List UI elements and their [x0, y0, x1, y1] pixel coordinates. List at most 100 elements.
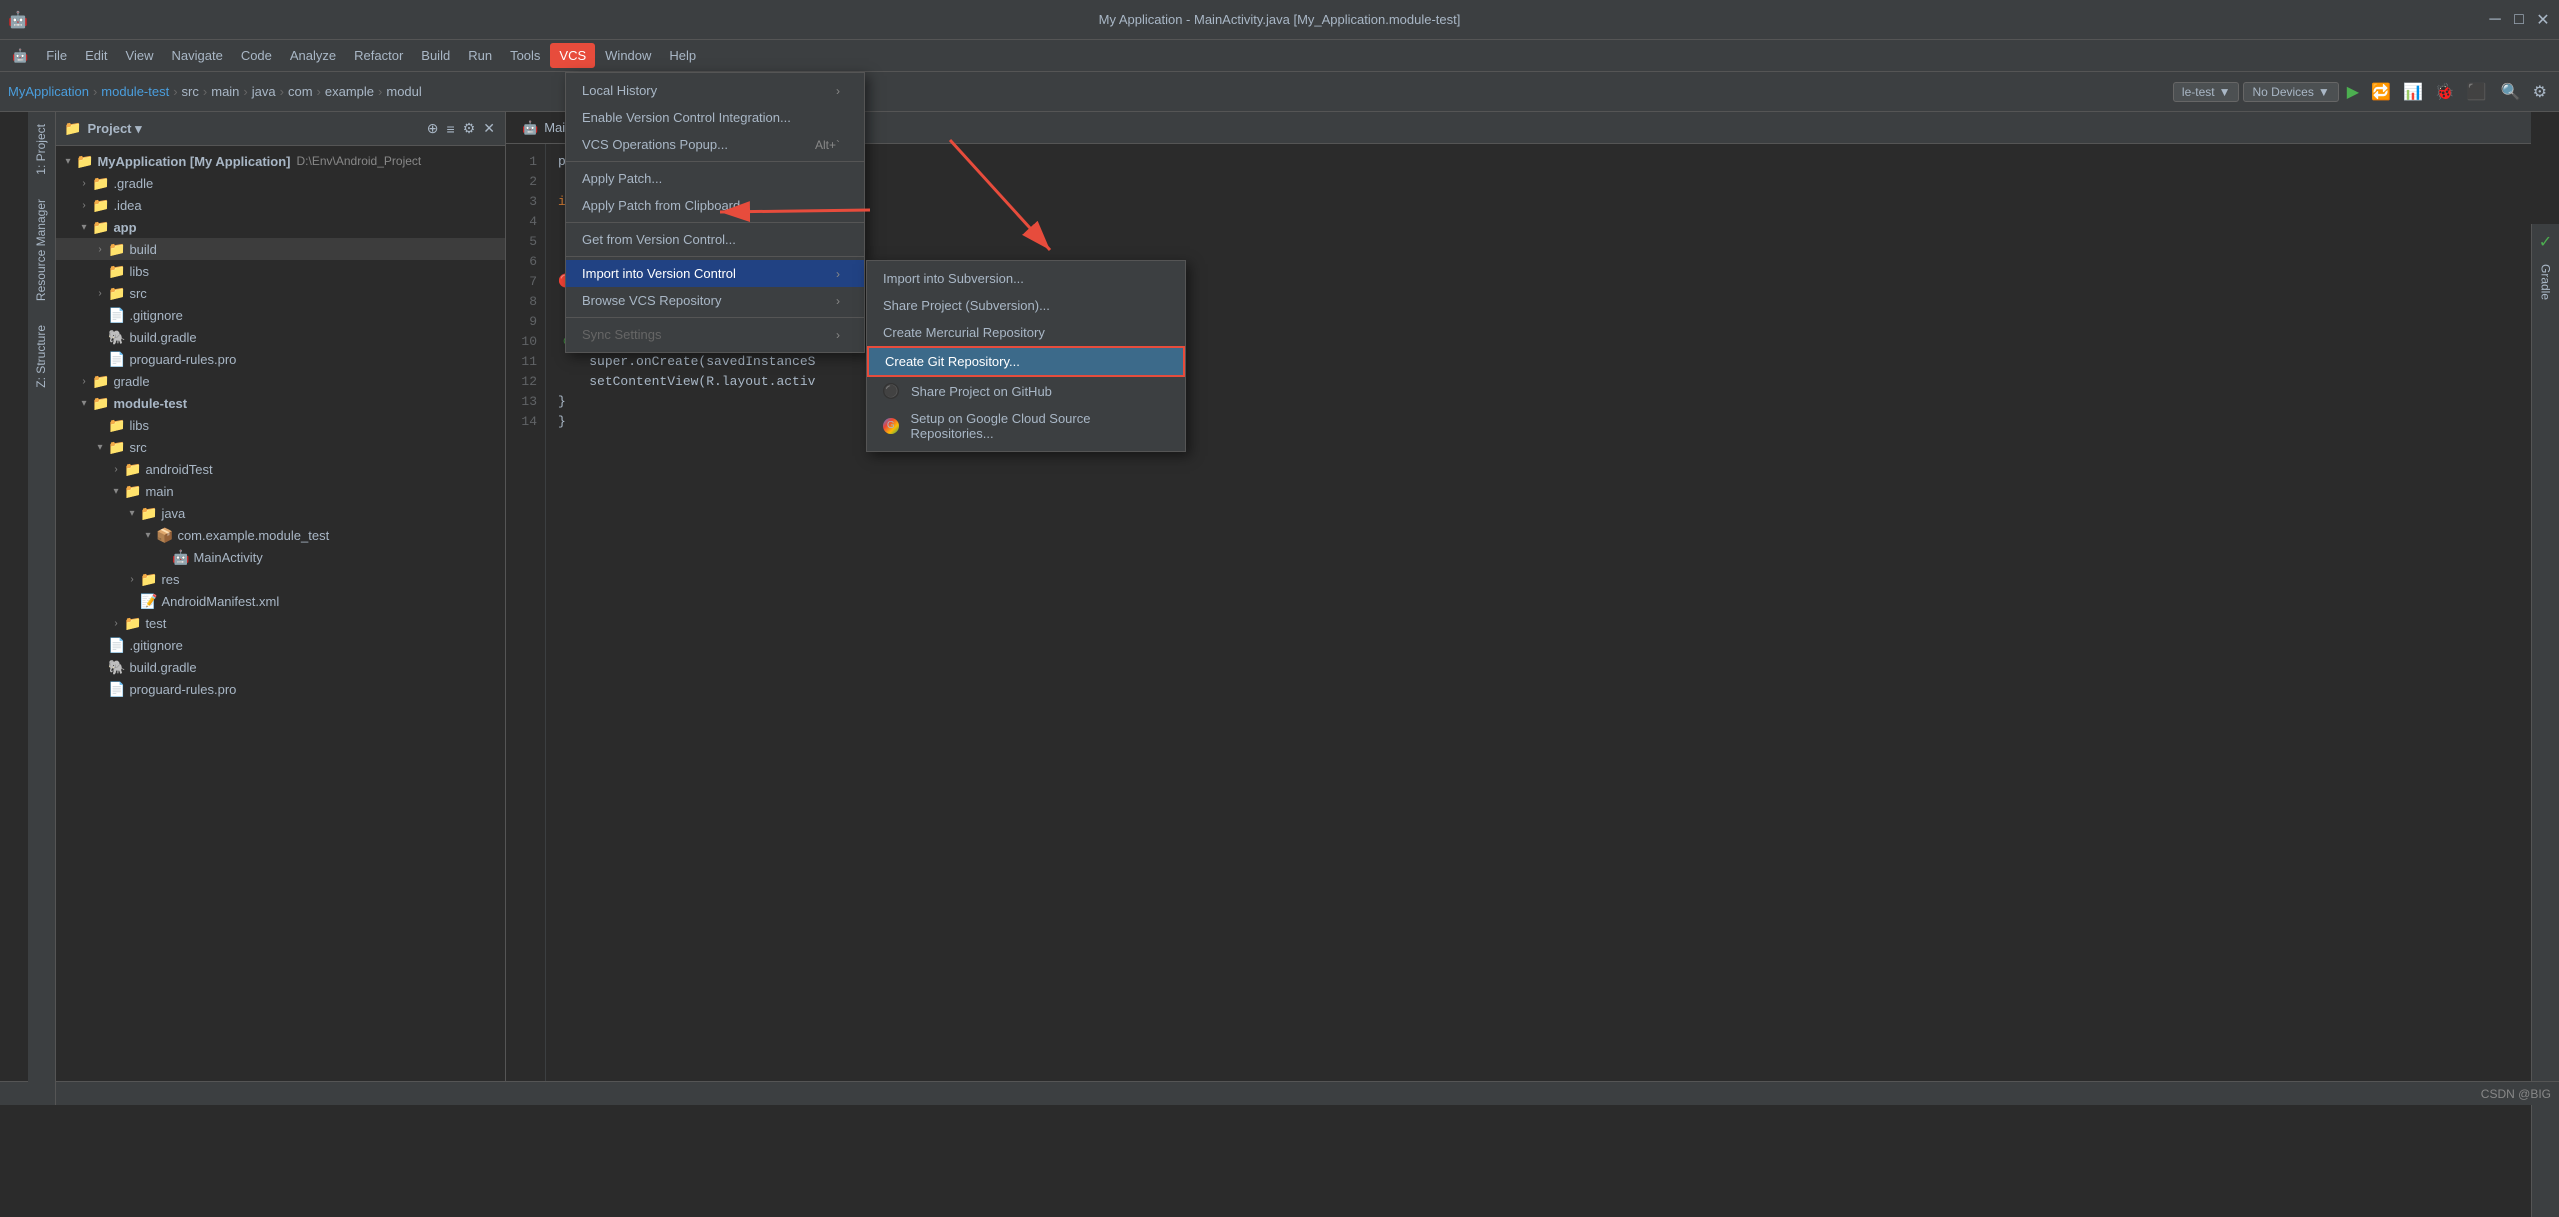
breadcrumb-java[interactable]: java	[252, 84, 276, 99]
vtab-resource-manager[interactable]: Resource Manager	[28, 187, 55, 313]
breadcrumb-main[interactable]: main	[211, 84, 239, 99]
menu-local-history[interactable]: Local History ›	[566, 77, 864, 104]
tree-java[interactable]: ▾ 📁 java	[56, 502, 505, 524]
panel-collapse-btn[interactable]: ≡	[445, 118, 457, 139]
tree-buildgradle-module[interactable]: 🐘 build.gradle	[56, 656, 505, 678]
maximize-button[interactable]: □	[2511, 12, 2527, 28]
run-button[interactable]: ▶	[2343, 78, 2363, 106]
stop-button[interactable]: ⬛	[2463, 78, 2491, 106]
menu-enable-vcs[interactable]: Enable Version Control Integration...	[566, 104, 864, 131]
tree-arrow-at: ›	[108, 464, 124, 475]
close-button[interactable]: ✕	[2535, 12, 2551, 28]
panel-hide-btn[interactable]: ✕	[481, 118, 497, 139]
menu-sync-settings[interactable]: Sync Settings ›	[566, 321, 864, 348]
tree-module-test[interactable]: ▾ 📁 module-test	[56, 392, 505, 414]
menu-android-icon[interactable]: 🤖	[4, 44, 36, 68]
tree-libs-module[interactable]: 📁 libs	[56, 414, 505, 436]
tree-gradle[interactable]: › 📁 gradle	[56, 370, 505, 392]
menu-view[interactable]: View	[118, 44, 162, 67]
tree-src-module[interactable]: ▾ 📁 src	[56, 436, 505, 458]
menu-tools[interactable]: Tools	[502, 44, 548, 67]
breadcrumb-example[interactable]: example	[325, 84, 374, 99]
tree-label-app: app	[113, 220, 136, 235]
tree-idea[interactable]: › 📁 .idea	[56, 194, 505, 216]
menu-apply-patch[interactable]: Apply Patch...	[566, 165, 864, 192]
tree-label-module-test: module-test	[113, 396, 187, 411]
submenu-share-svn[interactable]: Share Project (Subversion)...	[867, 292, 1185, 319]
sep6: ›	[317, 84, 321, 99]
menu-build[interactable]: Build	[413, 44, 458, 67]
tree-app[interactable]: ▾ 📁 app	[56, 216, 505, 238]
breadcrumb-src[interactable]: src	[182, 84, 199, 99]
breadcrumb-com[interactable]: com	[288, 84, 313, 99]
tree-buildgradle-app[interactable]: 🐘 build.gradle	[56, 326, 505, 348]
submenu-import-svn[interactable]: Import into Subversion...	[867, 265, 1185, 292]
menu-browse-vcs[interactable]: Browse VCS Repository ›	[566, 287, 864, 314]
tree-libs-app[interactable]: 📁 libs	[56, 260, 505, 282]
vtab-project[interactable]: 1: Project	[28, 112, 55, 187]
apply-patch-label: Apply Patch...	[582, 171, 662, 186]
tree-package[interactable]: ▾ 📦 com.example.module_test	[56, 524, 505, 546]
import-vcs-arrow: ›	[836, 267, 840, 281]
panel-settings-btn[interactable]: ⚙	[461, 118, 478, 139]
menu-file[interactable]: File	[38, 44, 75, 67]
tree-gitignore-app[interactable]: 📄 .gitignore	[56, 304, 505, 326]
device-arrow: ▼	[2318, 85, 2330, 99]
tree-manifest[interactable]: 📝 AndroidManifest.xml	[56, 590, 505, 612]
menu-apply-patch-clipboard[interactable]: Apply Patch from Clipboard...	[566, 192, 864, 219]
settings-button[interactable]: ⚙	[2529, 78, 2551, 106]
submenu-share-github[interactable]: ⚫ Share Project on GitHub	[867, 377, 1185, 405]
menu-help[interactable]: Help	[661, 44, 704, 67]
profile-button[interactable]: 📊	[2399, 78, 2427, 106]
folder-icon-java: 📁	[140, 505, 157, 522]
tree-test[interactable]: › 📁 test	[56, 612, 505, 634]
tree-root[interactable]: ▾ 📁 MyApplication [My Application] D:\En…	[56, 150, 505, 172]
panel-locate-btn[interactable]: ⊕	[425, 118, 441, 139]
search-button[interactable]: 🔍	[2497, 78, 2525, 106]
menu-get-from-vcs[interactable]: Get from Version Control...	[566, 226, 864, 253]
tree-label-java: java	[161, 506, 185, 521]
menu-refactor[interactable]: Refactor	[346, 44, 411, 67]
submenu-create-git[interactable]: Create Git Repository...	[867, 346, 1185, 377]
tree-build[interactable]: › 📁 build	[56, 238, 505, 260]
run-config-dropdown[interactable]: le-test ▼	[2173, 82, 2240, 102]
device-dropdown[interactable]: No Devices ▼	[2243, 82, 2338, 102]
toolbar-right-group: 🔍 ⚙	[2497, 78, 2551, 106]
file-icon-gitignore: 📄	[108, 307, 125, 324]
tree-main[interactable]: ▾ 📁 main	[56, 480, 505, 502]
folder-icon-idea: 📁	[92, 197, 109, 214]
menu-run[interactable]: Run	[460, 44, 500, 67]
vtab-structure[interactable]: Z: Structure	[28, 313, 55, 400]
menu-navigate[interactable]: Navigate	[164, 44, 231, 67]
tree-proguard-module[interactable]: 📄 proguard-rules.pro	[56, 678, 505, 700]
tree-proguard-app[interactable]: 📄 proguard-rules.pro	[56, 348, 505, 370]
attach-button[interactable]: 🐞	[2431, 78, 2459, 106]
breadcrumb-myapplication[interactable]: MyApplication	[8, 84, 89, 99]
menu-window[interactable]: Window	[597, 44, 659, 67]
tree-arrow-build: ›	[92, 244, 108, 255]
sep1: ›	[93, 84, 97, 99]
menu-import-vcs[interactable]: Import into Version Control › Import int…	[566, 260, 864, 287]
submenu-setup-cloud[interactable]: G Setup on Google Cloud Source Repositor…	[867, 405, 1185, 447]
tree-src-app[interactable]: › 📁 src	[56, 282, 505, 304]
tree-gradle-hidden[interactable]: › 📁 .gradle	[56, 172, 505, 194]
folder-icon-at: 📁	[124, 461, 141, 478]
minimize-button[interactable]: ─	[2487, 12, 2503, 28]
tree-androidtest[interactable]: › 📁 androidTest	[56, 458, 505, 480]
tree-label-main: main	[145, 484, 173, 499]
gradle-tab[interactable]: Gradle	[2533, 252, 2559, 312]
menu-vcs-operations[interactable]: VCS Operations Popup... Alt+`	[566, 131, 864, 158]
menu-analyze[interactable]: Analyze	[282, 44, 344, 67]
tree-gitignore-module[interactable]: 📄 .gitignore	[56, 634, 505, 656]
menu-edit[interactable]: Edit	[77, 44, 115, 67]
separator-3	[566, 256, 864, 257]
menu-vcs[interactable]: VCS	[550, 43, 595, 68]
breadcrumb-modul[interactable]: modul	[386, 84, 421, 99]
vcs-operations-shortcut: Alt+`	[815, 138, 840, 152]
debug-button[interactable]: 🔁	[2367, 78, 2395, 106]
tree-res[interactable]: › 📁 res	[56, 568, 505, 590]
tree-mainactivity[interactable]: 🤖 MainActivity	[56, 546, 505, 568]
submenu-create-mercurial[interactable]: Create Mercurial Repository	[867, 319, 1185, 346]
breadcrumb-module-test[interactable]: module-test	[101, 84, 169, 99]
menu-code[interactable]: Code	[233, 44, 280, 67]
